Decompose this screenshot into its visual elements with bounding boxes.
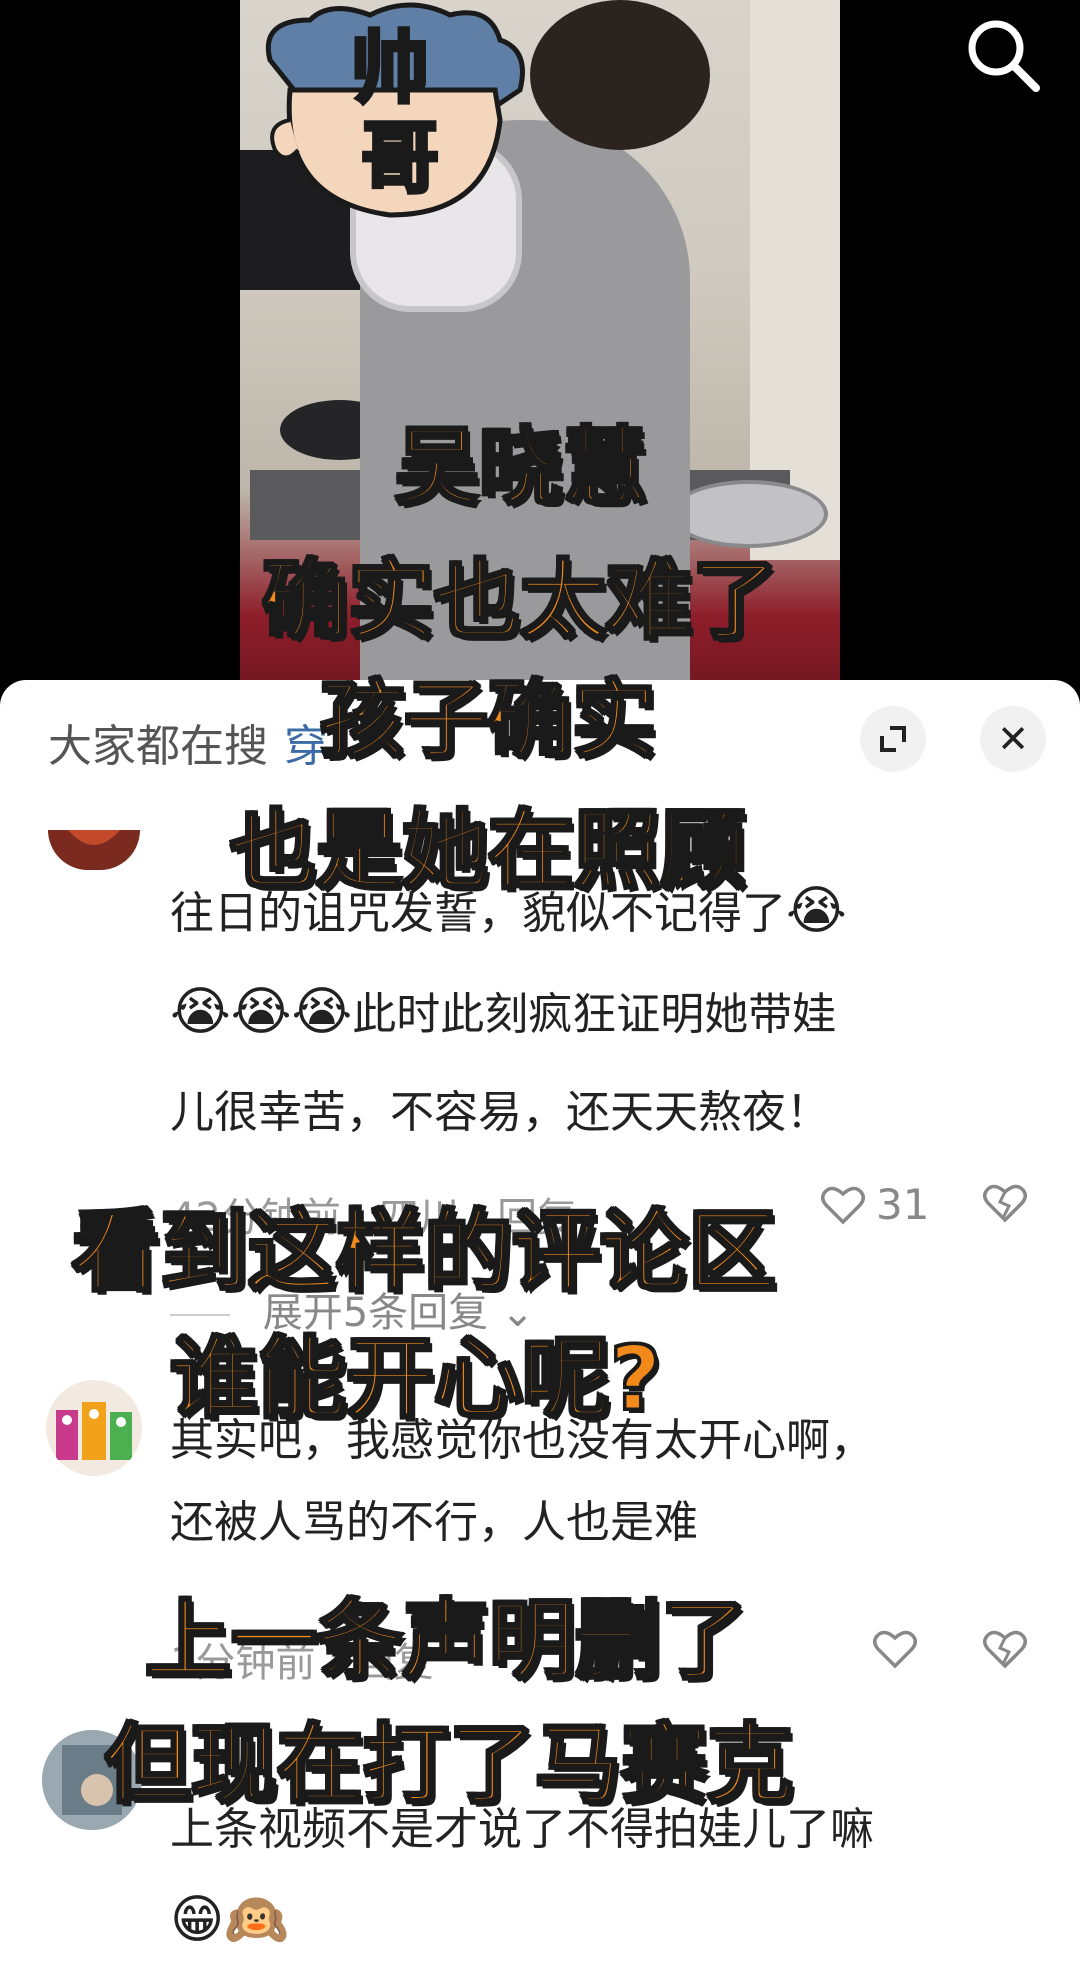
search-suggestion[interactable]: 大家都在搜穿 bbox=[48, 710, 328, 774]
heart-icon bbox=[821, 1186, 865, 1224]
expand-button[interactable] bbox=[860, 706, 926, 772]
broken-heart-icon bbox=[983, 1630, 1027, 1669]
caption-text: 孩子确实 bbox=[318, 671, 657, 769]
pot-lid bbox=[670, 480, 828, 548]
caption-text: 上一条声明删了 bbox=[144, 1591, 749, 1691]
sticker-text-bottom: 哥 bbox=[361, 114, 439, 204]
close-button[interactable]: ✕ bbox=[980, 706, 1046, 772]
caption-text: 看到这样的评论区 bbox=[70, 1200, 777, 1303]
comment-line: 😭😭😭此时此刻疯狂证明她带娃 bbox=[170, 982, 837, 1042]
search-icon bbox=[968, 20, 1040, 92]
caption-text: 谁能开心呢? bbox=[168, 1327, 662, 1430]
search-button[interactable] bbox=[958, 10, 1048, 100]
caption-text: 也是她在照顾 bbox=[229, 801, 748, 901]
dislike-button[interactable] bbox=[982, 1182, 1028, 1228]
avatar-cartoon-icon bbox=[56, 1402, 132, 1460]
like-count: 31 bbox=[876, 1180, 930, 1229]
avatar-icon bbox=[48, 830, 140, 870]
avatar[interactable] bbox=[48, 830, 140, 870]
like-button[interactable]: 31 bbox=[820, 1180, 929, 1229]
dislike-button[interactable] bbox=[982, 1628, 1028, 1674]
caption-text: 确实也太难了 bbox=[261, 551, 780, 651]
emoji-crying-icon: 😭 bbox=[786, 881, 847, 941]
broken-heart-icon bbox=[983, 1184, 1027, 1223]
emoji-grin-icon: 😁🙉 bbox=[170, 1890, 289, 1950]
person-head bbox=[530, 0, 710, 150]
expand-icon bbox=[880, 726, 906, 752]
search-suggestion-prefix: 大家都在搜 bbox=[48, 721, 268, 772]
avatar[interactable] bbox=[46, 1380, 142, 1476]
heart-icon bbox=[873, 1630, 917, 1669]
emoji-crying-icon: 😭😭😭 bbox=[170, 982, 353, 1042]
caption-text: 但现在打了马赛克 bbox=[104, 1715, 795, 1815]
comment-line: 还被人骂的不行，人也是难 bbox=[170, 1497, 698, 1548]
cartoon-sticker-icon: 帅 哥 bbox=[266, 2, 525, 218]
comment-line: 儿很幸苦，不容易，还天天熬夜！ bbox=[170, 1087, 830, 1138]
comment-body: 往日的诅咒发誓，貌似不记得了😭 😭😭😭此时此刻疯狂证明她带娃 儿很幸苦，不容易，… bbox=[170, 862, 1020, 1162]
close-icon: ✕ bbox=[997, 717, 1029, 761]
sticker-text-top: 帅 bbox=[351, 24, 429, 114]
like-button[interactable] bbox=[872, 1628, 918, 1670]
caption-text: 吴晓慧 bbox=[393, 418, 648, 516]
